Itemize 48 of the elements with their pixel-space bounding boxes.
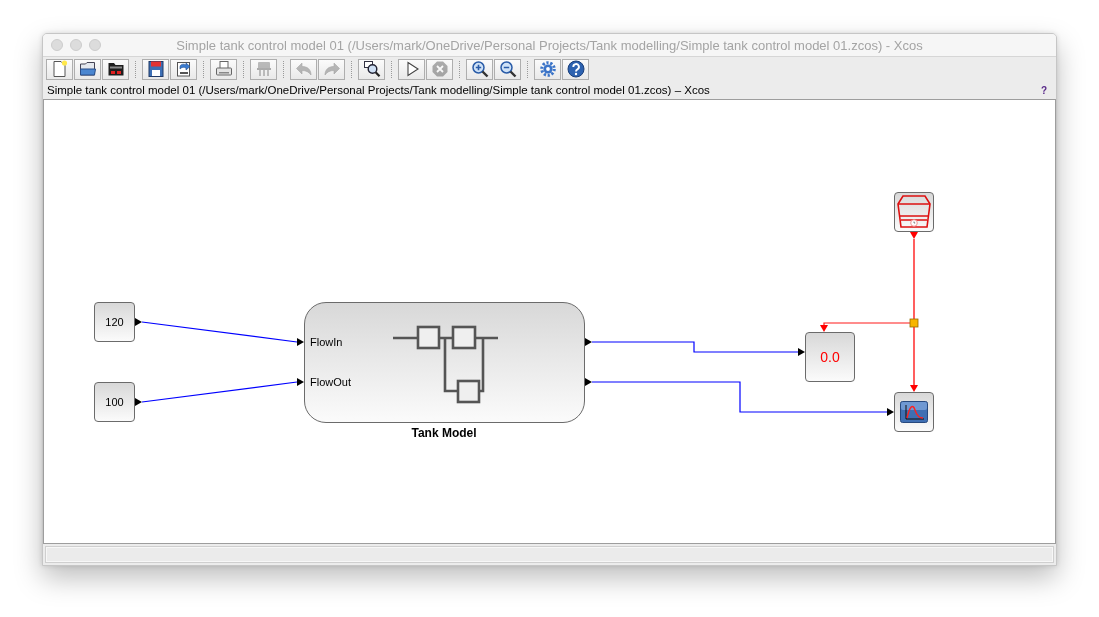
zoom-out-button[interactable]	[494, 58, 521, 80]
port-arrow-icon	[887, 408, 894, 416]
save-button[interactable]	[142, 58, 169, 80]
file-path-label: Simple tank control model 01 (/Users/mark/OneDrive/Personal Projects/Tank modelling/Simple tank control model 01.zcos) – Xcos	[47, 84, 710, 96]
port-arrow-icon	[585, 378, 592, 386]
shredder-icon	[254, 60, 273, 78]
undo-icon	[294, 60, 313, 78]
stop-icon	[430, 60, 449, 78]
folder-icon	[78, 60, 97, 78]
new-file-icon	[50, 60, 69, 78]
scope-graph-icon	[900, 401, 928, 423]
zoom-fit-icon	[362, 60, 381, 78]
help-button[interactable]	[562, 58, 589, 80]
save-as-button[interactable]	[170, 58, 197, 80]
port-arrow-icon	[798, 348, 805, 356]
port-arrow-icon	[135, 398, 142, 406]
window-title: Simple tank control model 01 (/Users/mark/OneDrive/Personal Projects/Tank modelling/Simple tank control model 01.zcos) - Xcos	[176, 37, 923, 53]
port-label: FlowIn	[310, 336, 343, 348]
split-point-icon	[909, 318, 919, 328]
block-caption: Tank Model	[410, 426, 478, 440]
settings-icon	[538, 60, 557, 78]
display-block: 0.0	[805, 332, 855, 382]
port-arrow-icon	[297, 378, 304, 386]
zoom-in-icon	[470, 60, 489, 78]
new-button[interactable]	[46, 58, 73, 80]
help-icon	[566, 60, 585, 78]
zoom-out-icon	[498, 60, 517, 78]
constant-block: 100	[94, 382, 135, 422]
redo-icon	[322, 60, 341, 78]
port-label: FlowOut	[310, 376, 351, 388]
constant-block: 120	[94, 302, 135, 342]
print-icon	[214, 60, 233, 78]
dark-folder-icon	[106, 60, 125, 78]
port-arrow-icon	[297, 338, 304, 346]
start-button[interactable]	[398, 58, 425, 80]
open-directory-button[interactable]	[102, 58, 129, 80]
zoom-fit-button[interactable]	[358, 58, 385, 80]
help-link[interactable]: ?	[1040, 84, 1047, 96]
port-arrow-icon	[135, 318, 142, 326]
block-diagram-icon	[391, 323, 501, 405]
save-icon	[146, 60, 165, 78]
zoom-in-button[interactable]	[466, 58, 493, 80]
open-button[interactable]	[74, 58, 101, 80]
print-button[interactable]	[210, 58, 237, 80]
event-link-line	[913, 326, 915, 386]
port-arrow-icon	[585, 338, 592, 346]
save-as-icon	[174, 60, 193, 78]
setup-button[interactable]	[534, 58, 561, 80]
